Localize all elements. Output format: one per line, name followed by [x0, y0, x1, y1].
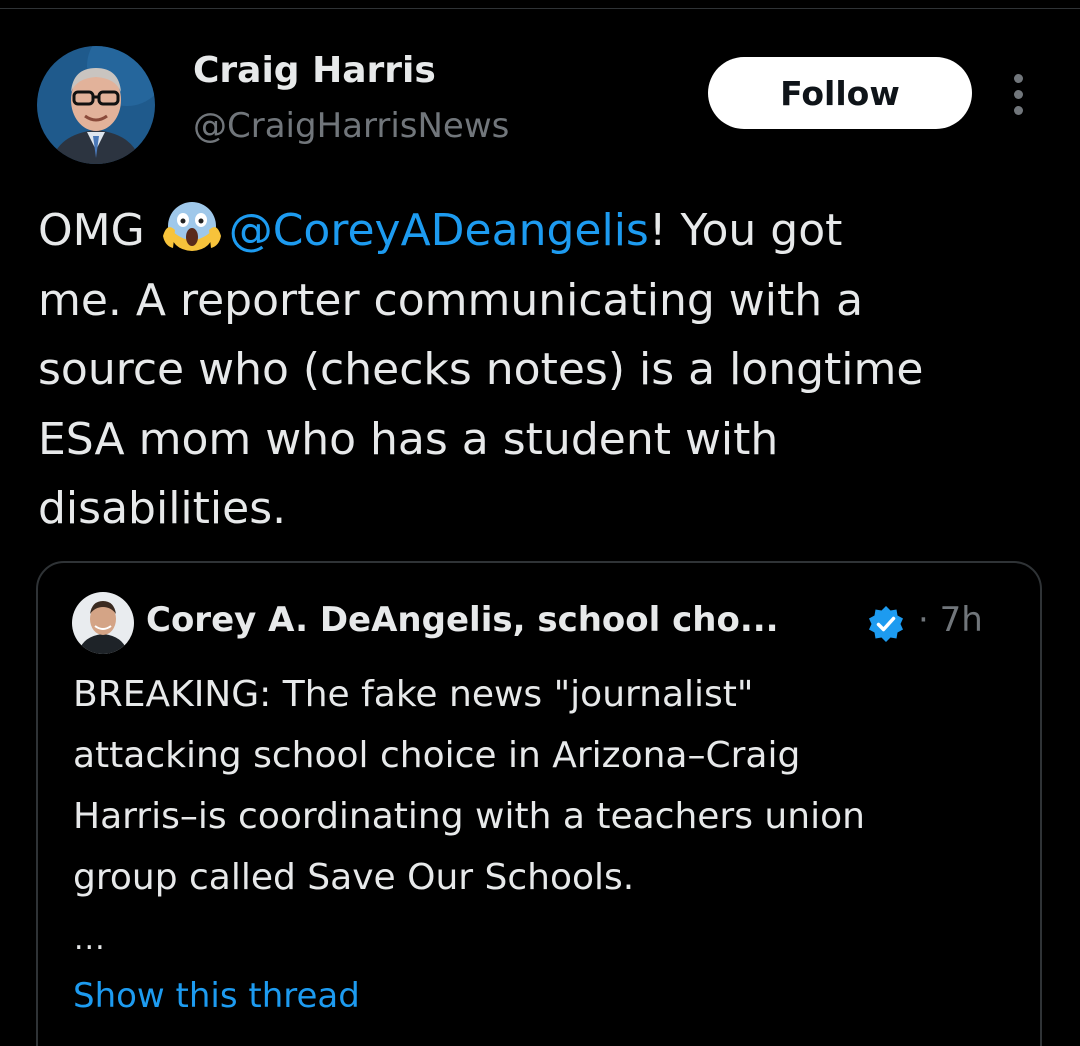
- divider: [0, 8, 1080, 9]
- quoted-line: Harris–is coordinating with a teachers u…: [73, 796, 865, 837]
- truncation-ellipsis: ...: [74, 922, 106, 957]
- quoted-author-name[interactable]: Corey A. DeAngelis, school cho...: [146, 600, 779, 640]
- quoted-text: BREAKING: The fake news "journalist" att…: [73, 664, 1013, 908]
- tweet-text-start: OMG: [38, 205, 159, 256]
- screaming-face-emoji-icon: [161, 196, 223, 252]
- tweet-view: Craig Harris @CraigHarrisNews Follow OMG…: [0, 0, 1080, 1046]
- tweet-line-3: source who (checks notes) is a longtime: [38, 344, 924, 395]
- show-thread-link[interactable]: Show this thread: [73, 976, 360, 1016]
- tweet-line-1: OMG @CoreyADeangelis! You got: [38, 196, 1048, 266]
- author-avatar[interactable]: [37, 46, 155, 164]
- tweet-line-5: disabilities.: [38, 483, 287, 534]
- quoted-author-avatar[interactable]: [72, 592, 134, 654]
- quoted-line: BREAKING: The fake news "journalist": [73, 674, 754, 715]
- tweet-text-after-mention: ! You got: [648, 205, 843, 256]
- quoted-line: attacking school choice in Arizona–Craig: [73, 735, 801, 776]
- more-icon[interactable]: [1004, 70, 1034, 118]
- tweet-line-4: ESA mom who has a student with: [38, 413, 779, 465]
- tweet-line-2: me. A reporter communicating with a: [38, 274, 864, 326]
- quoted-timestamp[interactable]: · 7h: [918, 600, 983, 640]
- author-name[interactable]: Craig Harris: [193, 50, 436, 91]
- follow-button[interactable]: Follow: [708, 57, 972, 129]
- author-handle[interactable]: @CraigHarrisNews: [193, 106, 509, 146]
- verified-badge-icon: [866, 604, 906, 644]
- quoted-line: group called Save Our Schools.: [73, 857, 635, 898]
- mention-link[interactable]: @CoreyADeangelis: [229, 205, 649, 256]
- tweet-text: OMG @CoreyADeangelis! You got me. A repo…: [38, 196, 1048, 544]
